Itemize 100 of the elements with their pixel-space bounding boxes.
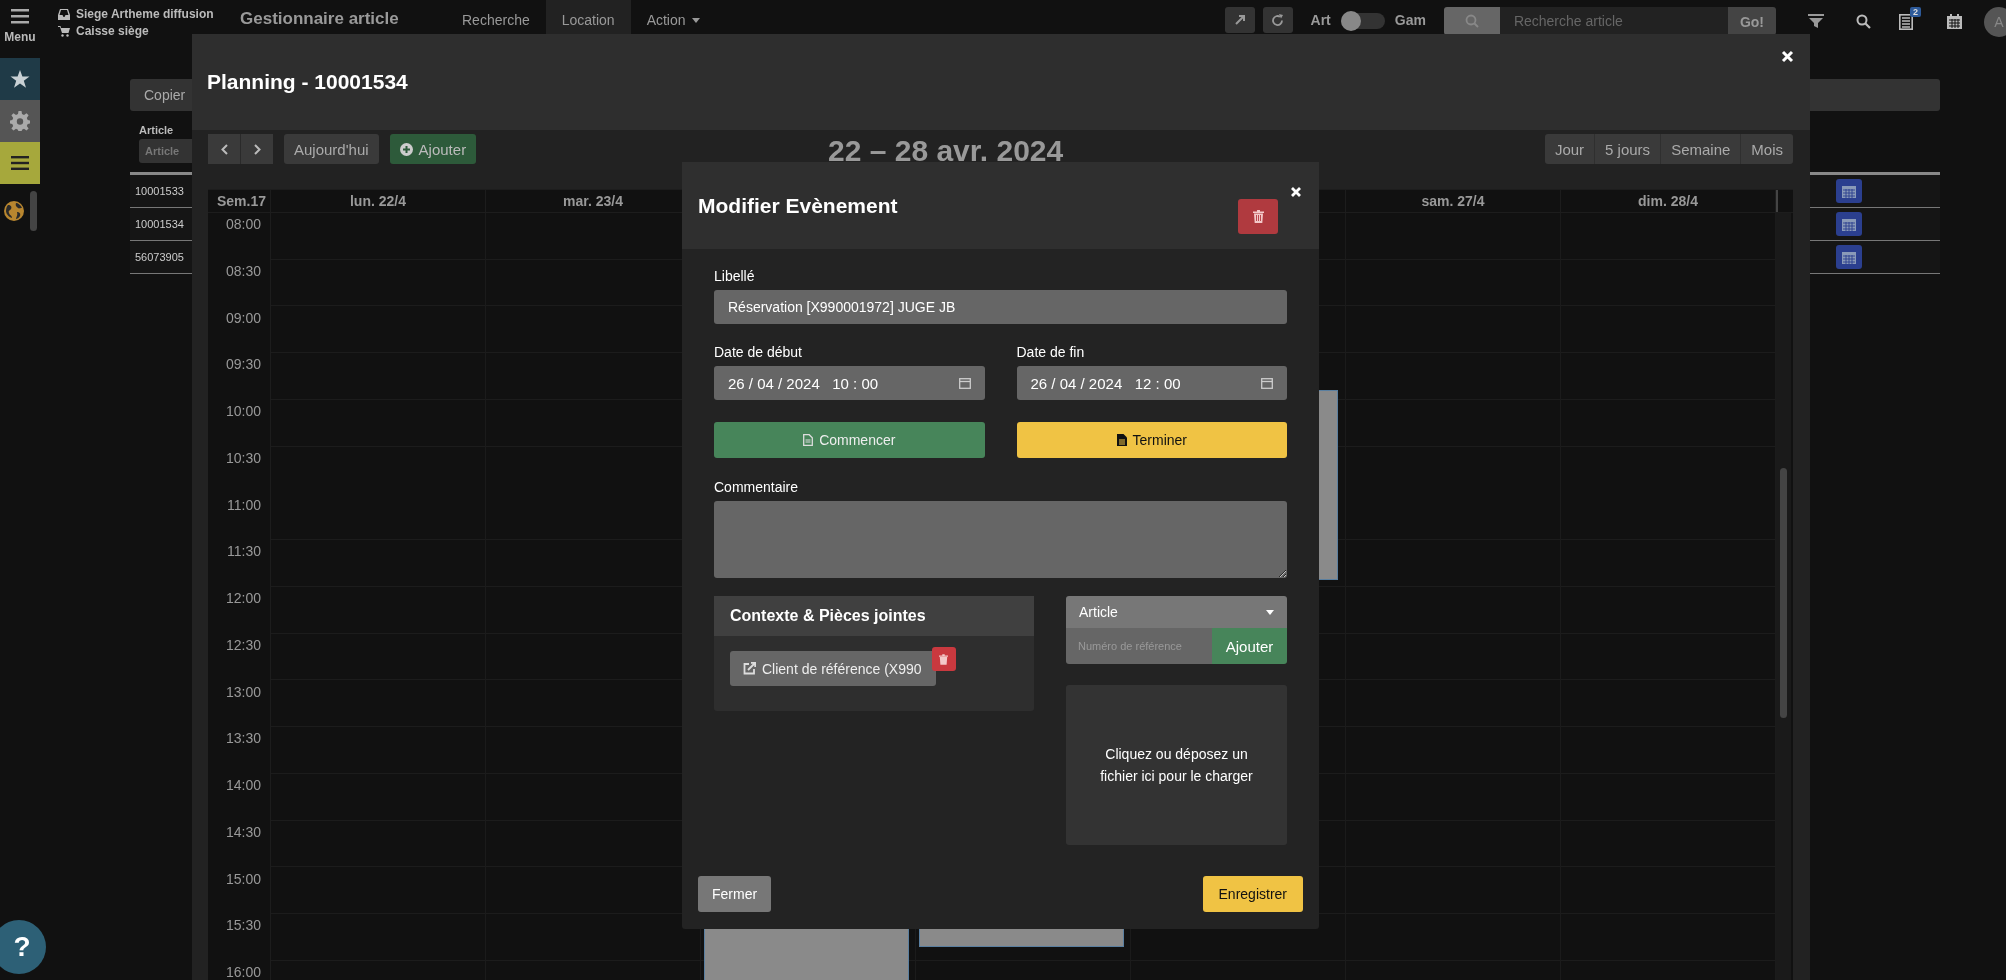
time-label: 08:00 [224,215,262,234]
finish-button[interactable]: Terminer [1016,422,1287,458]
go-button[interactable]: Go! [1727,7,1776,35]
add-button[interactable]: Ajouter [389,134,477,164]
chevron-left-icon [220,143,228,155]
calendar-icon [1842,184,1856,198]
caret-icon [691,18,700,23]
nav-tab[interactable]: Action [630,0,716,58]
view-button[interactable]: Semaine [1660,134,1741,164]
time-label: 11:00 [226,495,262,515]
list-button[interactable] [0,142,40,184]
calendar-button[interactable] [1836,212,1862,236]
calendar-button[interactable] [1836,179,1862,203]
favorites-button[interactable] [0,58,40,100]
external-link-icon [743,662,756,675]
week-number: Sem.17 [208,190,271,212]
comment-field[interactable] [714,501,1287,578]
settings-button[interactable] [0,100,40,142]
table-cell-text: 10001533 [134,185,185,197]
end-date-field[interactable]: 26 / 04 / 2024 12 : 00 [1016,366,1287,400]
title-field[interactable]: Réservation [X990001972] JUGE JB [714,290,1287,324]
time-label: 12:00 [224,589,262,608]
trash-icon [939,653,949,665]
search-icon [1464,14,1479,28]
search-icon[interactable] [1856,14,1871,29]
field-label: Commentaire [714,479,800,495]
day-header: lun. 22/4 [271,190,486,212]
calendar-button[interactable] [1836,245,1862,269]
table-cell-text: 56073905 [134,251,185,263]
time-label: 10:30 [224,448,262,468]
site-name[interactable]: Siege Artheme diffusion [76,7,214,21]
document-icon [803,434,814,446]
time-label: 15:00 [224,869,262,889]
list-icon[interactable] [1899,14,1913,30]
time-label: 09:30 [224,355,262,375]
time-label: 12:30 [224,635,262,655]
close-button[interactable]: Fermer [698,876,772,912]
scrollbar-thumb[interactable] [30,191,37,231]
scrollbar-thumb[interactable] [1780,468,1787,718]
view-button[interactable]: Mois [1740,134,1793,164]
time-label: 13:30 [224,729,262,749]
register-name[interactable]: Caisse siège [76,24,149,38]
caret-icon [1266,609,1274,615]
search-field[interactable]: Recherche article [1499,7,1728,35]
panel-title: Contexte & Pièces jointes [730,607,926,625]
search-type-button[interactable] [1443,7,1500,35]
expand-button[interactable] [1224,7,1255,33]
globe-icon[interactable] [4,201,24,221]
refresh-icon [1271,13,1285,27]
time-label: 16:00 [224,963,262,980]
document-icon [1116,434,1127,446]
menu-button[interactable]: Menu [0,0,40,58]
field-label: Libellé [714,268,756,284]
star-icon [10,69,30,89]
table-cell-text: 10001534 [134,218,185,230]
close-icon[interactable] [1290,186,1302,198]
time-label: 11:30 [226,542,262,562]
add-button[interactable]: Ajouter [1212,628,1287,664]
field-label: Date de début [714,344,803,360]
arrow-icon [1233,14,1246,26]
notification-badge: 2 [1910,7,1921,17]
filter-icon[interactable] [1808,14,1824,28]
delete-button[interactable] [931,647,956,671]
app-title: Gestionnaire article [240,8,400,29]
delete-button[interactable] [1238,199,1278,234]
menu-icon [11,156,29,170]
calendar-icon [958,377,971,389]
calendar-icon [1842,217,1856,231]
trash-icon [1252,210,1264,223]
toggle-switch[interactable] [1340,13,1385,29]
inbox-icon [58,8,70,20]
calendar-icon[interactable] [1947,14,1962,29]
help-button[interactable]: ? [0,920,46,974]
file-dropzone[interactable]: Cliquez ou déposez un fichier ici pour le charger [1066,685,1287,845]
previous-button[interactable] [208,134,240,164]
attachment-link-button[interactable]: Client de référence (X990 [730,651,936,686]
time-label: 09:00 [224,308,262,328]
settings-icon [10,111,30,131]
column-header: Article [139,124,175,136]
menu-icon [11,8,29,24]
toggle-label: Art [1310,11,1331,28]
time-label: 15:30 [224,916,262,936]
plus-circle-icon [399,142,413,156]
time-label: 08:30 [224,261,262,281]
time-label: 10:00 [224,402,262,421]
chevron-right-icon [253,143,261,155]
view-button[interactable]: Jour [1544,134,1595,164]
time-label: 13:00 [224,682,262,702]
cart-icon [58,25,70,37]
view-button[interactable]: 5 jours [1594,134,1661,164]
time-label: 14:00 [224,776,262,795]
close-icon[interactable] [1781,50,1794,63]
start-button[interactable]: Commencer [714,422,985,458]
today-button[interactable]: Aujourd'hui [284,134,379,164]
type-dropdown[interactable]: Article [1066,596,1287,628]
next-button[interactable] [240,134,273,164]
save-button[interactable]: Enregistrer [1202,876,1303,912]
start-date-field[interactable]: 26 / 04 / 2024 10 : 00 [714,366,985,400]
refresh-button[interactable] [1262,7,1293,33]
calendar-icon [1261,377,1273,389]
